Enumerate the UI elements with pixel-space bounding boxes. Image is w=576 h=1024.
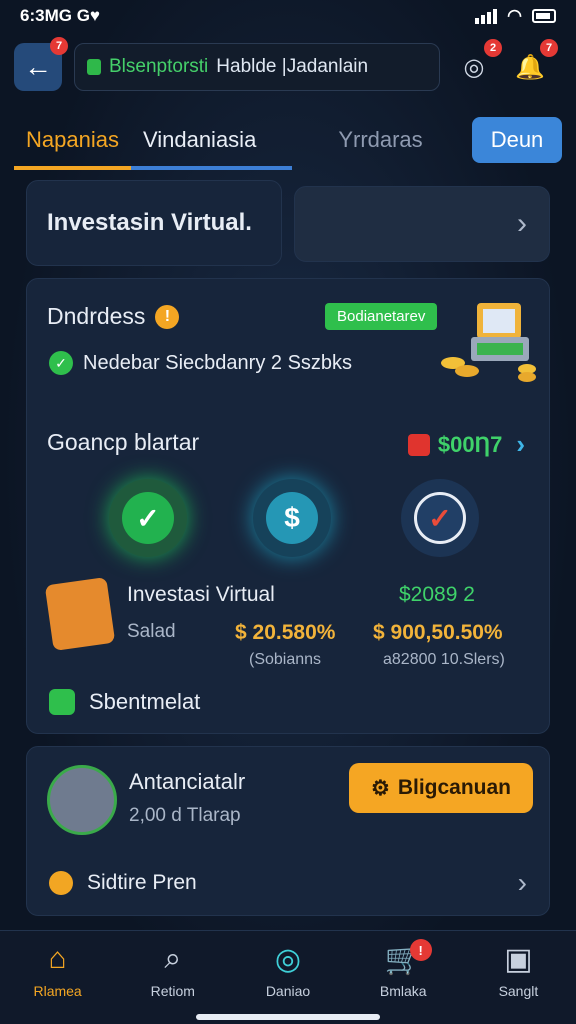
deun-button[interactable]: Deun [472, 117, 562, 163]
alert-icon [407, 433, 430, 456]
promo-subtitle: 2,00 d Tlarap [129, 805, 241, 826]
back-arrow-icon: ← [24, 51, 52, 82]
target-icon: ◎ [274, 942, 302, 976]
nav-sanglt[interactable]: ▣ Sanglt [461, 931, 576, 1024]
nav-daniao[interactable]: ◎ Daniao [230, 931, 345, 1024]
investment-sub: Salad [127, 621, 176, 642]
bell-icon: 🔔 [515, 53, 545, 81]
money-illustration-icon [441, 303, 536, 382]
settings-gear-icon [49, 871, 73, 895]
url-bar[interactable]: Blsenptorsti Hablde |Jadanlain [74, 43, 440, 91]
notification-badge: 7 [540, 39, 558, 57]
mascot-avatar [47, 765, 117, 835]
check-circle-icon: ✓ [122, 492, 174, 544]
investment-sub-right: a82800 10.Slers) [383, 651, 505, 668]
section2-title: Goancp blartar [47, 429, 200, 455]
checkbox-icon [49, 689, 75, 715]
shield-dollar-icon: $ [266, 492, 318, 544]
nav-label: Retiom [150, 983, 195, 999]
bottom-nav: ⌂ Rlamea ⌕ Retiom ◎ Daniao 🛒 Bmlaka ! ▣ … [0, 930, 576, 1024]
promo-button-label: Bligcanuan [397, 776, 511, 799]
check-text: Nedebar Siecbdanry 2 Sszbks [83, 351, 353, 374]
status-time: 6:3MG [20, 6, 72, 25]
check-mark-icon: ✓ [414, 492, 466, 544]
url-text: Hablde |Jadanlain [216, 56, 369, 77]
status-right: ◠ [475, 6, 556, 26]
settings-row[interactable]: Sidtire Pren [49, 871, 197, 895]
target-badge: 2 [484, 39, 502, 57]
battery-icon [532, 9, 556, 23]
section2-value-link[interactable]: $00Ƞ7 › [407, 429, 525, 460]
tab-yrrdaras[interactable]: Yrrdaras [326, 110, 434, 170]
tab-bar: Napanias Vindaniasia Yrrdaras Deun [14, 110, 562, 170]
notification-button[interactable]: 🔔 7 [508, 39, 558, 89]
chevron-right-icon[interactable]: › [518, 867, 527, 899]
signal-icon [475, 8, 498, 24]
verified-circle[interactable]: ✓ [109, 479, 187, 557]
secondary-card[interactable]: › [294, 186, 550, 262]
nav-bmlaka[interactable]: 🛒 Bmlaka ! [346, 931, 461, 1024]
home-icon: ⌂ [48, 942, 67, 975]
investment-sub-mid: (Sobianns [249, 651, 322, 668]
investment-value-right-top: $2089 2 [399, 583, 475, 606]
main-panel: Dndrdess ! Bodianetarev ✓ Nedebar Siecbd… [26, 278, 550, 734]
nav-label: Rlamea [33, 983, 82, 999]
shield-circle[interactable]: $ [253, 479, 331, 557]
settings-label: Sidtire Pren [87, 871, 197, 894]
back-badge: 7 [50, 37, 68, 55]
promo-button[interactable]: ⚙ Bligcanuan [349, 763, 533, 813]
tab-napanias[interactable]: Napanias [14, 110, 131, 170]
tab-vindaniasia[interactable]: Vindaniasia [130, 110, 293, 170]
check-row: ✓ Nedebar Siecbdanry 2 Sszbks [49, 351, 352, 375]
status-left: 6:3MG G♥ [20, 6, 100, 26]
gear-icon: ⚙ [370, 776, 390, 800]
nav-label: Bmlaka [379, 983, 427, 999]
investasi-title: Investasin Virtual. [47, 209, 252, 236]
footer-text: Sbentmelat [89, 689, 201, 714]
search-user-icon: ⌕ [164, 942, 182, 975]
home-indicator [196, 1014, 380, 1020]
nav-retiom[interactable]: ⌕ Retiom [115, 931, 230, 1024]
status-carrier: G♥ [76, 6, 101, 25]
back-button[interactable]: ← 7 [14, 37, 68, 91]
approved-circle[interactable]: ✓ [401, 479, 479, 557]
promo-card: Antanciatalr 2,00 d Tlarap ⚙ Bligcanuan … [26, 746, 550, 916]
wifi-icon: ◠ [507, 6, 522, 25]
chevron-right-icon: › [516, 429, 525, 459]
section2-value: $00Ƞ7 [437, 431, 503, 457]
section1-header: Dndrdess ! [47, 303, 180, 330]
check-icon: ✓ [49, 351, 73, 375]
target-icon-button[interactable]: ◎ 2 [452, 39, 502, 89]
wallet-icon: ▣ [504, 942, 533, 976]
nav-label: Daniao [265, 983, 311, 999]
url-brand: Blsenptorsti [109, 56, 209, 77]
footer-row[interactable]: Sbentmelat [49, 689, 200, 715]
nav-label: Sanglt [498, 983, 539, 999]
status-tag: Bodianetarev [325, 303, 438, 330]
info-icon[interactable]: ! [155, 304, 180, 329]
status-bar: 6:3MG G♥ ◠ [0, 0, 576, 32]
promo-title: Antanciatalr [129, 769, 246, 794]
nav-home[interactable]: ⌂ Rlamea [0, 931, 115, 1024]
investment-label: Investasi Virtual [127, 583, 275, 606]
app-header: ← 7 Blsenptorsti Hablde |Jadanlain ◎ 2 🔔… [14, 37, 562, 92]
document-icon [44, 577, 116, 651]
section1-title: Dndrdess [47, 303, 146, 329]
chevron-right-icon: › [517, 207, 527, 240]
investasi-card[interactable]: Investasin Virtual. [26, 180, 282, 266]
investment-value-right: $ 900,50.50% [373, 621, 503, 644]
target-icon: ◎ [463, 53, 485, 81]
lock-icon [87, 59, 101, 75]
investment-value-mid: $ 20.580% [235, 621, 336, 644]
cart-badge: ! [409, 939, 432, 961]
